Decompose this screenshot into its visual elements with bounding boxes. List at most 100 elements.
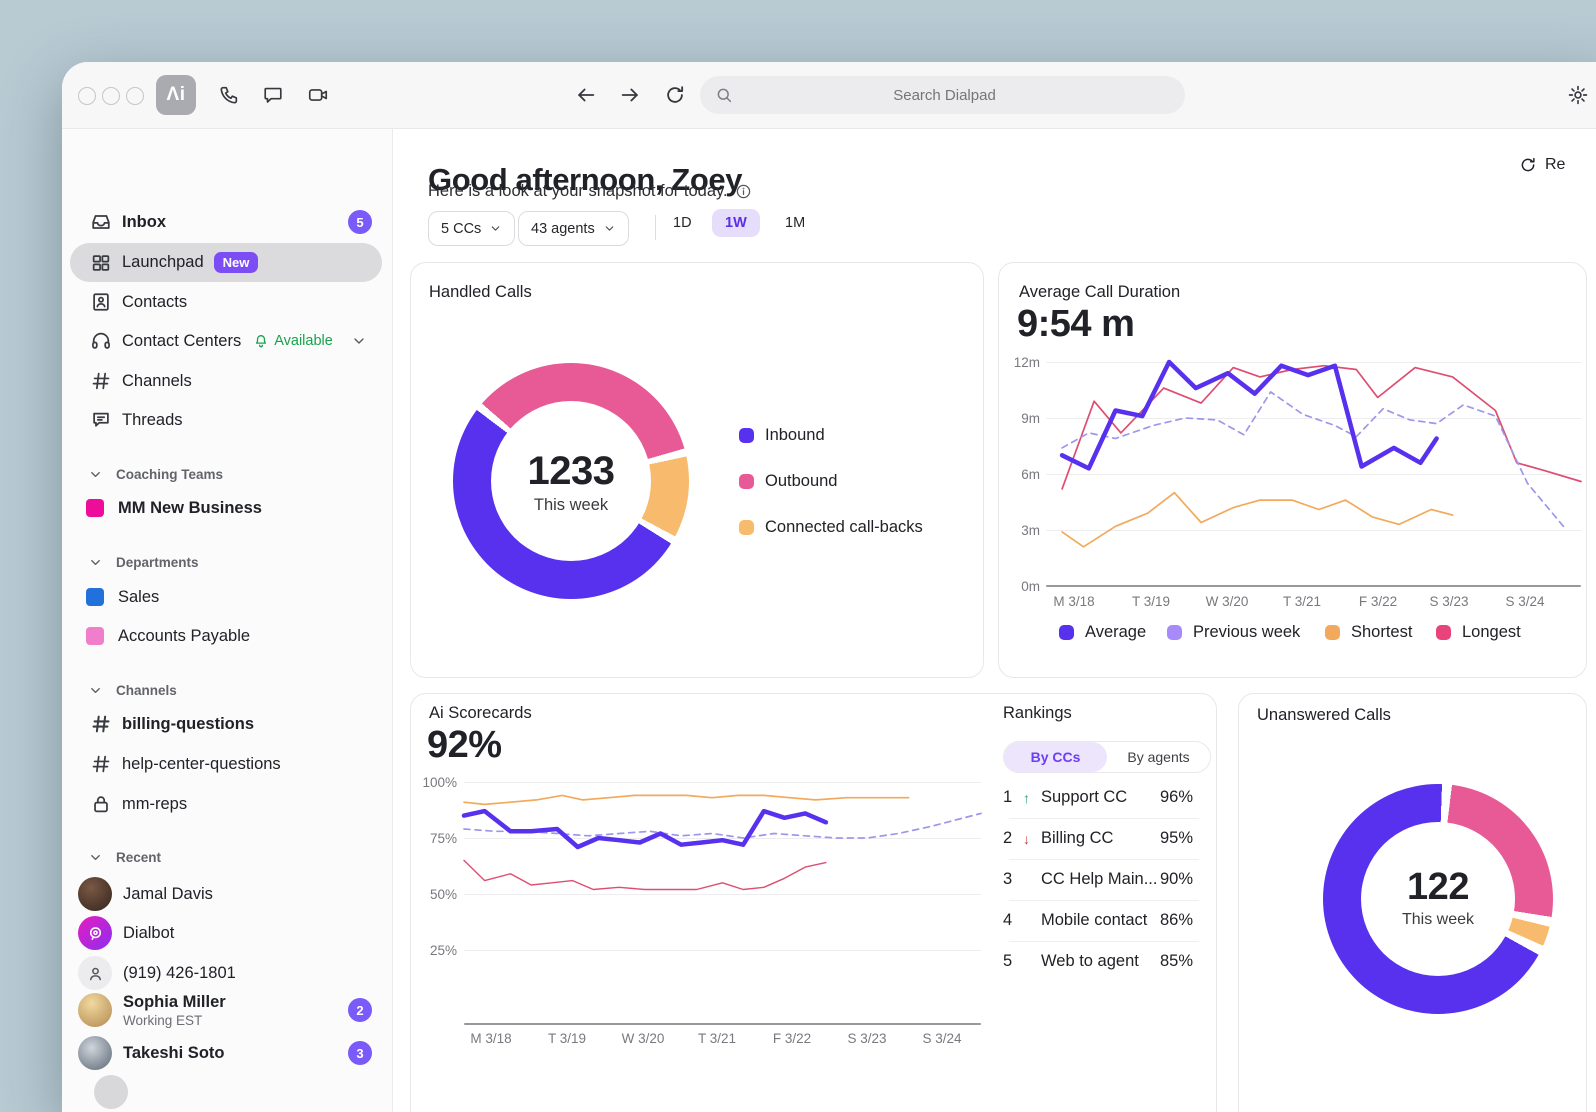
legend-item: Longest [1436, 623, 1521, 642]
ranking-row[interactable]: 4 Mobile contact 86% [1003, 900, 1193, 941]
sidebar-item-threads[interactable]: Threads [62, 400, 392, 440]
ranking-row[interactable]: 5 Web to agent 85% [1003, 941, 1193, 982]
reload-icon[interactable] [664, 84, 686, 106]
rank-number: 1 [1003, 788, 1023, 807]
legend-chip [1167, 625, 1182, 640]
x-tick: M 3/18 [1053, 594, 1094, 609]
section-label: Departments [116, 555, 199, 570]
page-subtitle: Here is a look at your snapshot for toda… [428, 182, 752, 201]
window-close-button[interactable] [78, 87, 96, 105]
tab-by-agents[interactable]: By agents [1107, 742, 1210, 772]
sidebar-item-channels[interactable]: Channels [62, 361, 392, 401]
agents-filter-value: 43 agents [531, 221, 595, 237]
availability-status[interactable]: Available [253, 333, 333, 349]
gear-icon[interactable] [1567, 84, 1589, 106]
sidebar-item-label: help-center-questions [122, 755, 281, 774]
contact-name: Takeshi Soto [123, 1044, 224, 1063]
rankings-tab-control: By CCs By agents [1003, 741, 1211, 773]
sidebar-item-label: Contacts [122, 293, 187, 312]
inbox-icon [90, 211, 112, 233]
legend-label: Shortest [1351, 623, 1412, 642]
range-1w-button[interactable]: 1W [712, 209, 760, 237]
ai-logo-glyph: Λi [167, 84, 186, 106]
back-icon[interactable] [575, 84, 597, 106]
chevron-down-icon [88, 555, 103, 570]
sidebar-item-mm-reps[interactable]: mm-reps [62, 784, 392, 824]
section-channels[interactable]: Channels [62, 677, 392, 703]
sidebar-item-takeshi-soto[interactable]: Takeshi Soto 3 [62, 1033, 392, 1073]
legend-chip [739, 520, 754, 535]
chevron-down-icon [88, 683, 103, 698]
range-1d-button[interactable]: 1D [673, 215, 692, 231]
sidebar-item-sales[interactable]: Sales [62, 577, 392, 617]
section-departments[interactable]: Departments [62, 549, 392, 575]
sidebar-item-inbox[interactable]: Inbox 5 [62, 202, 392, 242]
sidebar-item-sophia-miller[interactable]: Sophia Miller Working EST 2 [62, 987, 392, 1033]
chevron-down-icon [88, 850, 103, 865]
refresh-label: Re [1545, 156, 1565, 174]
refresh-button[interactable]: Re [1519, 156, 1565, 174]
sidebar-item-launchpad[interactable]: Launchpad New [70, 243, 382, 282]
y-tick: 9m [999, 411, 1040, 426]
phone-icon[interactable] [218, 84, 240, 106]
contact-status: Working EST [123, 1013, 226, 1028]
threads-icon [90, 409, 112, 431]
sidebar-item-label: Contact Centers [122, 332, 241, 351]
x-tick: W 3/20 [1206, 594, 1249, 609]
card-title: Ai Scorecards [429, 704, 532, 723]
search-input[interactable] [700, 86, 1189, 105]
contact-name: (919) 426-1801 [123, 964, 236, 983]
sidebar-item-contact-centers[interactable]: Contact Centers Available [62, 321, 392, 361]
sidebar-item-billing-questions[interactable]: billing-questions [62, 704, 392, 744]
x-tick: M 3/18 [470, 1031, 511, 1046]
person-icon [86, 964, 105, 983]
trend-up-icon: ↑ [1023, 790, 1035, 806]
rank-number: 3 [1003, 870, 1023, 889]
donut-center: 1233 This week [453, 449, 689, 515]
rank-number: 4 [1003, 911, 1023, 930]
rank-number: 2 [1003, 829, 1023, 848]
sidebar-item-help-center-questions[interactable]: help-center-questions [62, 744, 392, 784]
chevron-down-icon[interactable] [351, 333, 367, 349]
window-minimize-button[interactable] [102, 87, 120, 105]
ranking-name: Web to agent [1041, 952, 1160, 971]
ai-scorecards-card: Ai Scorecards 92% 100% 75% 50% 25% M 3/1… [410, 693, 1217, 1112]
bell-icon [253, 333, 269, 349]
sidebar-item-contacts[interactable]: Contacts [62, 282, 392, 322]
section-recent[interactable]: Recent [62, 844, 392, 870]
forward-icon[interactable] [619, 84, 641, 106]
x-tick: S 3/23 [847, 1031, 886, 1046]
sidebar-item-dialbot[interactable]: Dialbot [62, 913, 392, 953]
sidebar-item-mm-new-business[interactable]: MM New Business [62, 488, 392, 528]
ranking-row[interactable]: 1 ↑ Support CC 96% [1003, 777, 1193, 818]
x-tick: F 3/22 [773, 1031, 811, 1046]
tab-by-ccs[interactable]: By CCs [1004, 742, 1107, 772]
y-tick: 0m [999, 579, 1040, 594]
sidebar-item-accounts-payable[interactable]: Accounts Payable [62, 616, 392, 656]
section-coaching-teams[interactable]: Coaching Teams [62, 461, 392, 487]
x-tick: S 3/24 [1505, 594, 1544, 609]
ranking-row[interactable]: 2 ↓ Billing CC 95% [1003, 818, 1193, 859]
sidebar-item-jamal-davis[interactable]: Jamal Davis [62, 874, 392, 914]
avg-duration-value: 9:54 m [1017, 303, 1134, 346]
legend-chip [1325, 625, 1340, 640]
contacts-icon [90, 291, 112, 313]
legend-item: Outbound [739, 472, 837, 491]
sidebar-item-label: mm-reps [122, 795, 187, 814]
info-icon[interactable] [735, 183, 752, 200]
video-icon[interactable] [307, 84, 329, 106]
handled-calls-period: This week [453, 496, 689, 515]
window-zoom-button[interactable] [126, 87, 144, 105]
search-bar[interactable] [700, 76, 1185, 114]
agents-filter-dropdown[interactable]: 43 agents [518, 211, 629, 246]
ranking-row[interactable]: 3 CC Help Main... 90% [1003, 859, 1193, 900]
avatar [78, 993, 112, 1027]
cc-filter-dropdown[interactable]: 5 CCs [428, 211, 515, 246]
handled-calls-card: Handled Calls 1233 This week Inbound Out… [410, 262, 984, 678]
window-titlebar: Λi [62, 62, 1596, 129]
launchpad-icon [90, 252, 112, 274]
contact-name: Dialbot [123, 924, 174, 943]
chat-icon[interactable] [262, 84, 284, 106]
sidebar-item-label: Sales [118, 588, 159, 607]
range-1m-button[interactable]: 1M [785, 215, 805, 231]
